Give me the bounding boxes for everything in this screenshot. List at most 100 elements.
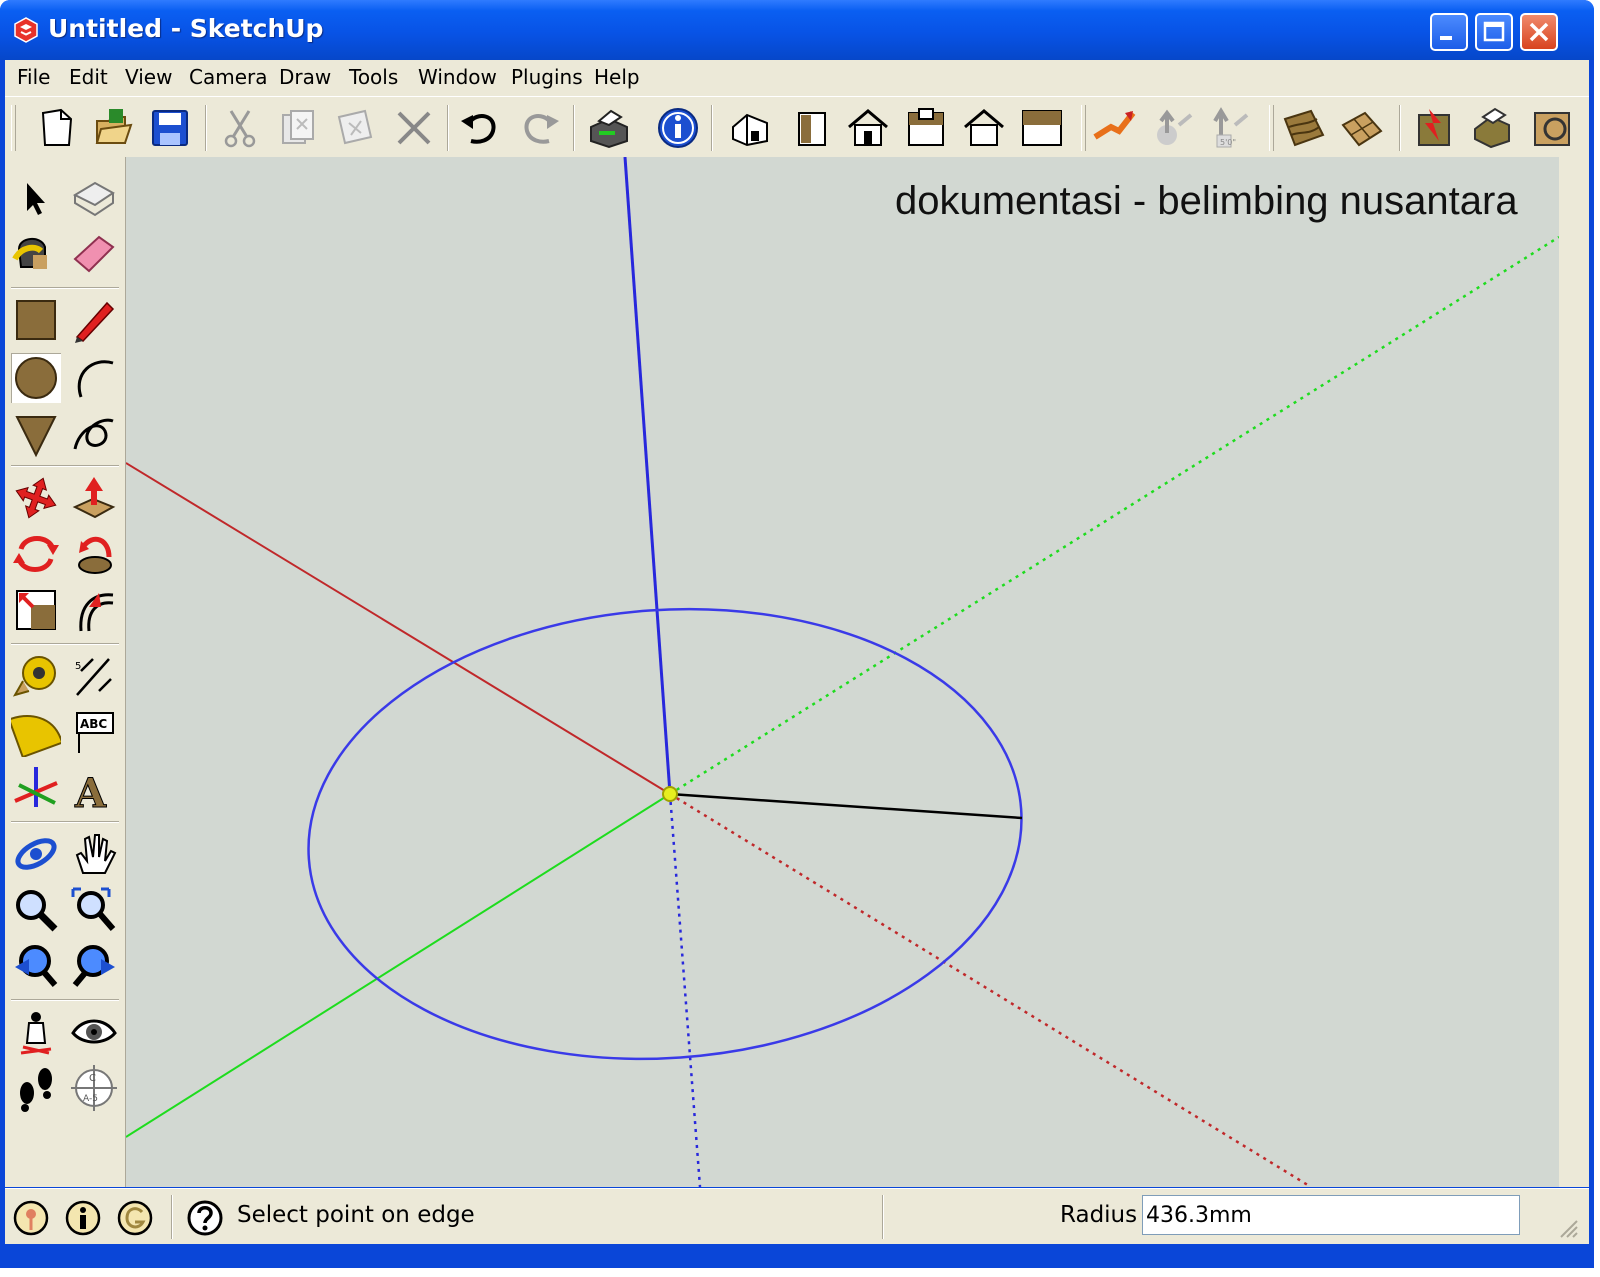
svg-text:A: A [74, 770, 107, 813]
back-view-icon[interactable] [961, 105, 1007, 151]
sandbox-drape-icon[interactable] [1281, 105, 1327, 151]
menu-tools[interactable]: Tools [349, 65, 398, 89]
model-info-icon[interactable] [655, 105, 701, 151]
credits-icon[interactable] [65, 1200, 101, 1236]
orbit-icon[interactable] [11, 829, 61, 879]
geo-location-icon[interactable] [13, 1200, 49, 1236]
rotate-icon[interactable] [11, 529, 61, 579]
resize-grip-icon[interactable] [1553, 1213, 1579, 1239]
sketchup-window: Untitled - SketchUp File Edit View Camer… [0, 0, 1594, 1268]
top-view-icon[interactable] [789, 105, 835, 151]
erase-icon[interactable] [391, 105, 437, 151]
menu-window[interactable]: Window [418, 65, 497, 89]
paste-icon[interactable] [331, 105, 377, 151]
menu-help[interactable]: Help [594, 65, 640, 89]
front-view-icon[interactable] [845, 105, 891, 151]
select-icon[interactable] [11, 173, 61, 223]
status-bar: Select point on edge Radius [5, 1188, 1589, 1245]
circle-icon[interactable] [11, 353, 61, 403]
3d-text-icon[interactable]: A [69, 763, 119, 818]
close-button[interactable] [1520, 13, 1558, 51]
svg-text:A-5: A-5 [83, 1094, 98, 1104]
zoom-extents-icon[interactable] [69, 941, 119, 991]
copy-icon[interactable] [275, 105, 321, 151]
google-earth-icon[interactable] [1411, 105, 1457, 151]
radius-line [669, 792, 1023, 820]
sandbox-add-detail-icon[interactable] [1339, 105, 1385, 151]
pan-icon[interactable] [69, 829, 119, 879]
sandbox-smoove-icon[interactable] [1151, 105, 1197, 151]
blue-axis-positive [623, 157, 672, 795]
rectangle-icon[interactable] [11, 295, 61, 345]
menu-plugins[interactable]: Plugins [511, 65, 583, 89]
save-icon[interactable] [147, 105, 193, 151]
help-icon[interactable] [187, 1200, 223, 1236]
measurements-input[interactable] [1142, 1195, 1520, 1235]
previous-view-icon[interactable] [11, 941, 61, 991]
eraser-icon[interactable] [69, 229, 119, 279]
sketchup-logo-icon [12, 16, 40, 44]
look-around-icon[interactable] [69, 1007, 119, 1057]
toolbar-grip[interactable] [1081, 105, 1086, 151]
offset-icon[interactable] [69, 585, 119, 635]
open-folder-icon[interactable] [91, 105, 137, 151]
viewport-edge [1559, 157, 1589, 1187]
paint-bucket-icon[interactable] [11, 229, 61, 279]
toolbar-grip[interactable] [1269, 105, 1274, 151]
maximize-button[interactable] [1475, 13, 1513, 51]
walk-icon[interactable] [11, 1063, 61, 1113]
protractor-icon[interactable] [7, 707, 64, 759]
move-icon[interactable] [11, 473, 61, 523]
toolbar-grip[interactable] [11, 105, 16, 151]
svg-text:ABC: ABC [80, 717, 107, 731]
red-axis-positive [126, 462, 671, 795]
green-axis-negative [669, 235, 1559, 796]
sandbox-from-contours-icon[interactable] [1091, 105, 1137, 151]
google-signin-icon[interactable] [117, 1200, 153, 1236]
text-label-icon[interactable]: ABC [69, 707, 119, 757]
left-view-icon[interactable] [1019, 105, 1065, 151]
title-bar[interactable]: Untitled - SketchUp [0, 0, 1594, 60]
polygon-icon[interactable] [11, 409, 61, 459]
model-canvas[interactable]: dokumentasi - belimbing nusantara [126, 157, 1559, 1187]
menu-draw[interactable]: Draw [279, 65, 331, 89]
menu-view[interactable]: View [125, 65, 172, 89]
sandbox-stamp-icon[interactable]: 5'0" [1207, 105, 1253, 151]
blue-axis-negative [668, 793, 702, 1187]
minimize-button[interactable] [1430, 13, 1468, 51]
menu-file[interactable]: File [17, 65, 50, 89]
dimension-icon[interactable]: 5 [69, 651, 119, 701]
svg-text:C: C [89, 1073, 96, 1084]
scale-icon[interactable] [11, 585, 61, 635]
vcb-label: Radius [1060, 1202, 1138, 1228]
3d-warehouse-icon[interactable] [1469, 105, 1515, 151]
redo-icon[interactable] [517, 105, 563, 151]
make-component-icon[interactable] [69, 173, 119, 223]
right-view-icon[interactable] [903, 105, 949, 151]
cut-icon[interactable] [217, 105, 263, 151]
arc-icon[interactable] [69, 353, 119, 403]
zoom-icon[interactable] [11, 885, 61, 935]
iso-view-icon[interactable] [727, 105, 773, 151]
freehand-icon[interactable] [69, 409, 119, 459]
watermark-text: dokumentasi - belimbing nusantara [895, 179, 1518, 223]
print-icon[interactable] [585, 105, 631, 151]
circle-preview [307, 607, 1023, 1061]
section-plane-icon[interactable]: C A-5 [69, 1063, 119, 1113]
axes-icon[interactable] [11, 763, 61, 813]
menu-camera[interactable]: Camera [189, 65, 268, 89]
position-camera-icon[interactable] [11, 1007, 61, 1057]
menu-edit[interactable]: Edit [69, 65, 108, 89]
zoom-window-icon[interactable] [69, 885, 119, 935]
tools-palette: 5 ABC A C A-5 [5, 157, 126, 1187]
undo-icon[interactable] [457, 105, 503, 151]
pencil-line-icon[interactable] [69, 295, 119, 345]
push-pull-icon[interactable] [69, 473, 119, 523]
follow-me-icon[interactable] [69, 529, 119, 579]
tape-measure-icon[interactable] [11, 651, 61, 701]
main-toolbar: 5'0" [5, 96, 1589, 158]
red-axis-negative [669, 792, 1312, 1187]
drawing-viewport[interactable]: dokumentasi - belimbing nusantara [126, 157, 1559, 1187]
new-file-icon[interactable] [33, 105, 79, 151]
sandbox-partial-icon[interactable] [1529, 105, 1575, 151]
